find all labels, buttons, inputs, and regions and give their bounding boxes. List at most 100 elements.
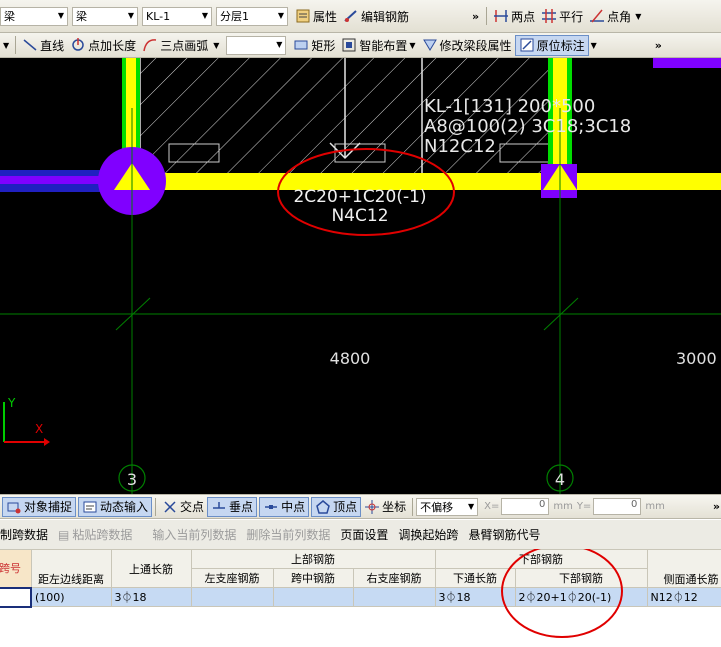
element-subtype-value: 梁 — [76, 10, 87, 23]
drawing-svg: KL-1[131] 200*500 A8@100(2) 3C18;3C18 N1… — [0, 58, 721, 494]
chevron-down-icon: ▼ — [57, 10, 64, 20]
draw-mode-select[interactable]: ▼ — [226, 35, 287, 55]
ucs-x-label: X — [35, 422, 43, 436]
smart-layout-button[interactable]: 智能布置 ▼ — [338, 35, 418, 56]
midpoint-label: 中点 — [281, 500, 306, 514]
x-offset-label: X= — [484, 501, 500, 512]
cell-mid-span[interactable] — [272, 587, 354, 607]
object-snap-button[interactable]: 对象捕捉 — [2, 496, 77, 517]
chevron-down-icon[interactable]: ▼ — [591, 41, 597, 50]
beam-left-purple — [0, 176, 110, 184]
inplace-annotation-button[interactable]: 原位标注 — [514, 34, 589, 56]
header-bottom-through: 下通长筋 — [434, 568, 516, 588]
beam-mark-line3: N12C12 — [424, 136, 496, 157]
input-column-button[interactable]: 输入当前列数据 — [152, 526, 236, 543]
edit-rebar-icon — [343, 8, 359, 24]
edit-rebar-label: 编辑钢筋 — [361, 9, 410, 24]
cell-left-distance[interactable]: (100) — [30, 587, 112, 607]
chevron-down-icon: ▼ — [635, 11, 642, 21]
toolbar-overflow-icon[interactable]: » — [472, 10, 479, 23]
snap-toolbar: 对象捕捉 动态输入 交点 垂点 中点 顶点 坐标 不偏移 ▼ X= 0 mm Y=… — [0, 494, 721, 519]
swap-start-span-button[interactable]: 调换起始跨 — [398, 526, 458, 543]
line-button[interactable]: 直线 — [19, 35, 67, 56]
midpoint-snap-button[interactable]: 中点 — [259, 496, 310, 517]
inplace-annotation-icon — [519, 37, 535, 53]
chevron-down-icon: ▼ — [277, 10, 284, 20]
two-points-icon — [493, 8, 509, 24]
chevron-down-icon: ▼ — [409, 40, 416, 50]
header-bottom-rebar: 下部钢筋 — [514, 568, 648, 588]
span-data-toolbar: 制跨数据 ▤ 粘贴跨数据 输入当前列数据 删除当前列数据 页面设置 调换起始跨 悬… — [0, 520, 721, 549]
offset-mode-select[interactable]: 不偏移 ▼ — [416, 497, 479, 516]
point-angle-label: 点角 — [607, 9, 632, 24]
component-name-value: KL-1 — [146, 9, 171, 23]
intersection-icon — [162, 499, 178, 515]
element-type-select[interactable]: 梁 ▼ — [0, 6, 68, 26]
cell-side-through[interactable]: N12⏀12 — [646, 587, 721, 607]
parallel-button[interactable]: 平行 — [538, 6, 586, 27]
dynamic-input-label: 动态输入 — [100, 500, 149, 514]
three-point-arc-button[interactable]: 三点画弧 ▼ — [139, 35, 222, 56]
element-type-value: 梁 — [4, 10, 15, 23]
vertex-label: 顶点 — [333, 500, 358, 514]
header-left-support: 左支座钢筋 — [190, 568, 274, 588]
midpoint-icon — [263, 499, 279, 515]
element-subtype-select[interactable]: 梁 ▼ — [72, 6, 138, 26]
three-point-arc-label: 三点画弧 — [160, 38, 209, 53]
cell-span-no[interactable] — [0, 586, 32, 608]
two-points-button[interactable]: 两点 — [490, 6, 538, 27]
chevron-down-icon[interactable]: ▼ — [3, 41, 9, 50]
cantilever-rebar-code-button[interactable]: 悬臂钢筋代号 — [468, 526, 540, 543]
cell-left-support[interactable] — [190, 587, 274, 607]
chevron-down-icon: ▼ — [127, 10, 134, 20]
arc-icon — [142, 37, 158, 53]
object-snap-label: 对象捕捉 — [24, 500, 73, 514]
toolbar-overflow-icon[interactable]: » — [713, 500, 720, 513]
paste-icon: ▤ — [58, 528, 70, 542]
properties-icon — [295, 8, 311, 24]
dynamic-input-button[interactable]: 动态输入 — [78, 496, 153, 517]
rectangle-button[interactable]: 矩形 — [290, 35, 338, 56]
point-angle-button[interactable]: 点角 ▼ — [586, 6, 644, 27]
modify-span-attr-button[interactable]: 修改梁段属性 — [419, 35, 515, 56]
layer-select[interactable]: 分层1 ▼ — [216, 6, 288, 26]
component-name-select[interactable]: KL-1 ▼ — [142, 6, 212, 26]
properties-button[interactable]: 属性 — [292, 6, 340, 27]
header-side-through: 侧面通长筋 — [646, 549, 721, 588]
parallel-icon — [541, 8, 557, 24]
toolbar-overflow-icon[interactable]: » — [655, 39, 662, 52]
drawing-canvas[interactable]: KL-1[131] 200*500 A8@100(2) 3C18;3C18 N1… — [0, 58, 721, 494]
beam-mark-line1: KL-1[131] 200*500 — [424, 96, 595, 117]
cell-right-support[interactable] — [352, 587, 436, 607]
copy-span-data-button[interactable]: 制跨数据 — [0, 526, 48, 543]
cell-bottom-through[interactable]: 3⏀18 — [434, 587, 516, 607]
header-span-no-label: 跨号 — [0, 562, 21, 576]
coordinate-snap-button[interactable]: 坐标 — [361, 497, 409, 517]
paste-span-data-button[interactable]: ▤ 粘贴跨数据 — [58, 526, 142, 543]
axis-label-3: 3 — [127, 470, 137, 489]
cell-top-through[interactable]: 3⏀18 — [110, 587, 192, 607]
intersection-label: 交点 — [180, 500, 205, 514]
vertex-snap-button[interactable]: 顶点 — [311, 496, 362, 517]
point-length-button[interactable]: 点加长度 — [67, 35, 139, 56]
intersection-snap-button[interactable]: 交点 — [159, 497, 207, 517]
layer-value: 分层1 — [220, 10, 249, 23]
axis-label-4: 4 — [555, 470, 565, 489]
x-offset-input[interactable]: 0 — [501, 498, 550, 515]
y-offset-input[interactable]: 0 — [593, 498, 642, 515]
span-data-grid: 跨号 距左边线距离 上通长筋 上部钢筋 下部钢筋 侧面通长筋 左支座钢筋 跨中钢… — [0, 549, 721, 647]
line-icon — [22, 37, 38, 53]
edit-rebar-button[interactable]: 编辑钢筋 — [340, 6, 412, 27]
delete-column-button[interactable]: 删除当前列数据 — [246, 526, 330, 543]
table-row[interactable]: (100) 3⏀18 3⏀18 2⏀20+1⏀20(-1) N12⏀12 — [0, 586, 721, 608]
cell-bottom-rebar[interactable]: 2⏀20+1⏀20(-1) — [514, 587, 648, 607]
separator — [412, 497, 414, 516]
page-setup-button[interactable]: 页面设置 — [340, 526, 388, 543]
separator — [155, 497, 157, 516]
smart-layout-icon — [341, 37, 357, 53]
rectangle-label: 矩形 — [311, 38, 336, 53]
perpendicular-snap-button[interactable]: 垂点 — [207, 496, 258, 517]
inplace-annotation-label: 原位标注 — [536, 38, 585, 53]
modify-span-icon — [422, 37, 438, 53]
header-right-support: 右支座钢筋 — [352, 568, 436, 588]
